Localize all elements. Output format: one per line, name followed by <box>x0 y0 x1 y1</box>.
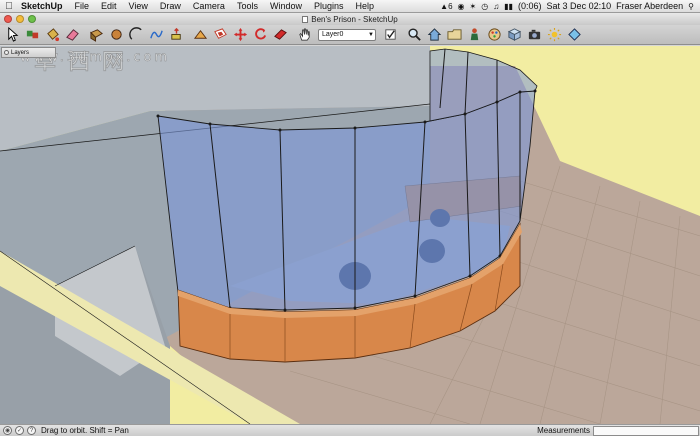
component-icon <box>26 30 38 39</box>
rectangle-icon <box>89 29 103 42</box>
freehand-tool-button[interactable] <box>146 26 166 44</box>
menu-extras: ▲6 ◉ ✶ ◷ ♫ ▮▮ (0:06) Sat 3 Dec 02:10 Fra… <box>440 1 700 11</box>
follow-me-button[interactable] <box>190 26 210 44</box>
battery-time: (0:06) <box>518 1 542 11</box>
zoom-tool-button[interactable] <box>404 26 424 44</box>
apple-menu-icon[interactable]:  <box>0 1 18 12</box>
menu-tools[interactable]: Tools <box>231 1 264 11</box>
layer-select[interactable]: Layer0 ▼ <box>318 28 376 41</box>
scale-tool-button[interactable] <box>270 26 290 44</box>
menubar-clock[interactable]: Sat 3 Dec 02:10 <box>547 1 612 11</box>
adobe-icon[interactable]: ▲6 <box>440 2 452 11</box>
menu-view[interactable]: View <box>123 1 154 11</box>
scene-canvas[interactable] <box>0 46 700 424</box>
components-button[interactable] <box>22 26 42 44</box>
house-icon <box>427 28 441 41</box>
arc-icon <box>128 27 142 40</box>
freehand-icon <box>149 30 163 39</box>
layer-select-value: Layer0 <box>322 30 344 38</box>
push-pull-button[interactable] <box>166 26 186 44</box>
model-viewport[interactable] <box>0 46 700 424</box>
rectangle-tool-button[interactable] <box>86 26 106 44</box>
pan-hand-button[interactable] <box>294 26 314 44</box>
wifi-icon[interactable]: ◉ <box>458 2 465 11</box>
sun-icon <box>547 27 561 42</box>
chevron-down-icon: ▼ <box>368 31 374 38</box>
menu-file[interactable]: File <box>69 1 96 11</box>
window-title-text: Ben's Prison - SketchUp <box>311 14 398 24</box>
magnifier-icon <box>407 28 421 41</box>
offset-tool-button[interactable] <box>210 26 230 44</box>
diamond-icon <box>567 28 581 41</box>
layers-panel-title: Layers <box>11 49 30 56</box>
spotlight-icon[interactable]: ⚲ <box>688 2 694 11</box>
checkbox-icon <box>384 29 396 40</box>
share-model-button[interactable] <box>444 26 464 44</box>
time-machine-icon[interactable]: ◷ <box>481 2 488 11</box>
main-toolbar: Layer0 ▼ <box>0 25 700 45</box>
components-browser-button[interactable] <box>464 26 484 44</box>
scenes-button[interactable] <box>524 26 544 44</box>
select-tool-button[interactable] <box>2 26 22 44</box>
menu-camera[interactable]: Camera <box>187 1 231 11</box>
paint-bucket-icon <box>46 28 59 42</box>
adobe-badge: 6 <box>448 1 453 11</box>
palette-icon <box>487 28 501 41</box>
paint-bucket-button[interactable] <box>42 26 62 44</box>
window-title-bar[interactable]: Ben's Prison - SketchUp <box>0 13 700 25</box>
arc-tool-button[interactable] <box>126 26 146 44</box>
folder-icon <box>446 29 462 40</box>
window-title: Ben's Prison - SketchUp <box>0 15 700 24</box>
help-icon[interactable]: ? <box>27 426 36 435</box>
geolocation-icon[interactable]: ◉ <box>3 426 12 435</box>
bluetooth-icon[interactable]: ✶ <box>470 2 477 11</box>
menu-window[interactable]: Window <box>264 1 308 11</box>
measurements-input[interactable] <box>593 425 699 436</box>
menu-bar:  SketchUp File Edit View Draw Camera To… <box>0 0 700 13</box>
person-icon <box>470 28 478 41</box>
status-hint: Drag to orbit. Shift = Pan <box>41 426 129 435</box>
eraser-icon <box>65 29 79 41</box>
arrow-cursor-icon <box>7 27 18 42</box>
battery-icon[interactable]: ▮▮ <box>504 2 513 11</box>
hand-icon <box>298 28 310 41</box>
move-tool-button[interactable] <box>230 26 250 44</box>
eraser-button[interactable] <box>62 26 82 44</box>
camera-icon <box>528 29 540 40</box>
layers-panel[interactable]: Layers <box>1 47 56 58</box>
follow-me-icon <box>193 29 207 39</box>
circle-tool-button[interactable] <box>106 26 126 44</box>
scale-icon <box>273 29 287 40</box>
shadows-button[interactable] <box>544 26 564 44</box>
menu-edit[interactable]: Edit <box>95 1 123 11</box>
get-models-button[interactable] <box>424 26 444 44</box>
move-icon <box>233 27 247 42</box>
menu-sketchup[interactable]: SketchUp <box>18 1 69 11</box>
menu-draw[interactable]: Draw <box>154 1 187 11</box>
offset-icon <box>213 28 227 39</box>
materials-button[interactable] <box>504 26 524 44</box>
measurements-label: Measurements <box>537 426 590 435</box>
model-info-button[interactable] <box>564 26 584 44</box>
menu-help[interactable]: Help <box>350 1 381 11</box>
circle-icon <box>110 29 122 40</box>
layer-visible-button[interactable] <box>380 26 400 44</box>
push-pull-icon <box>170 27 181 40</box>
rotate-tool-button[interactable] <box>250 26 270 44</box>
panel-close-icon[interactable] <box>4 50 9 55</box>
document-icon <box>302 15 309 23</box>
rotate-icon <box>254 28 266 40</box>
menubar-user[interactable]: Fraser Aberdeen <box>616 1 683 11</box>
cube-icon <box>507 28 521 41</box>
menu-plugins[interactable]: Plugins <box>308 1 350 11</box>
status-bar: ◉ ✓ ? Drag to orbit. Shift = Pan Measure… <box>0 424 700 436</box>
volume-icon[interactable]: ♫ <box>493 2 499 11</box>
credits-icon[interactable]: ✓ <box>15 426 24 435</box>
styles-button[interactable] <box>484 26 504 44</box>
